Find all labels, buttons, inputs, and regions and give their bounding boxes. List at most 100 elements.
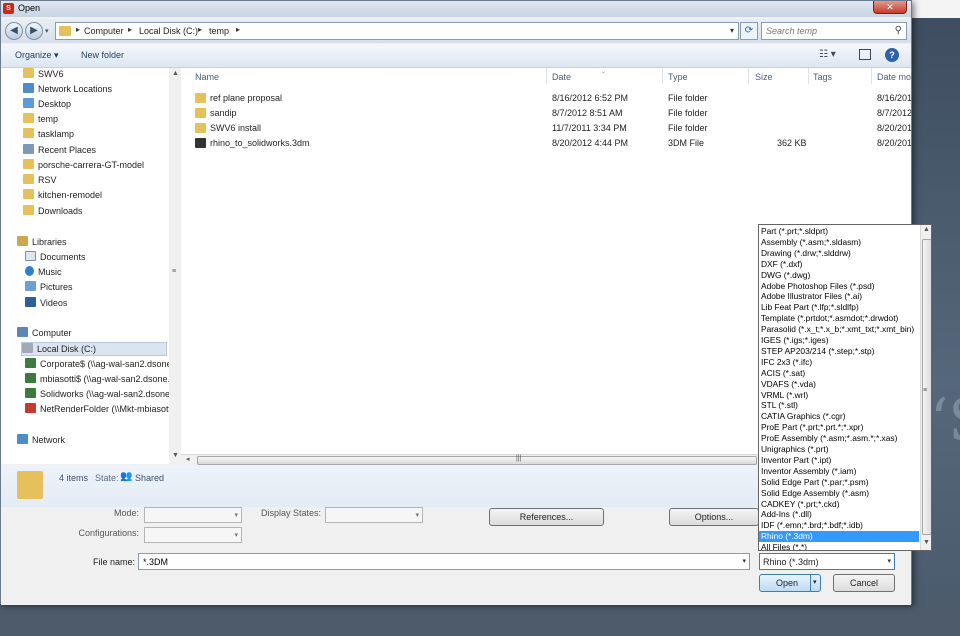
- file-type-option[interactable]: Inventor Part (*.ipt): [759, 455, 919, 466]
- column-separator[interactable]: [748, 68, 749, 84]
- file-type-option[interactable]: Part (*.prt;*.sldprt): [759, 226, 919, 237]
- file-type-option[interactable]: Rhino (*.3dm): [759, 531, 919, 543]
- nav-item-recent-places[interactable]: Recent Places: [23, 144, 169, 158]
- nav-item-netrender-drive[interactable]: NetRenderFolder (\\Mkt-mbiasott: [25, 403, 169, 417]
- column-separator[interactable]: [871, 68, 872, 84]
- nav-item-local-disk[interactable]: Local Disk (C:): [21, 342, 167, 356]
- nav-item-porsche[interactable]: porsche-carrera-GT-model: [23, 159, 169, 173]
- file-type-option[interactable]: DXF (*.dxf): [759, 259, 919, 270]
- file-type-select[interactable]: Rhino (*.3dm) ▾: [759, 553, 895, 570]
- cancel-button[interactable]: Cancel: [833, 574, 895, 592]
- file-type-option[interactable]: CADKEY (*.prt;*.ckd): [759, 499, 919, 510]
- nav-item-network-locations[interactable]: Network Locations: [23, 83, 169, 97]
- breadcrumb-arrow-icon[interactable]: ▸: [76, 25, 80, 34]
- column-separator[interactable]: [808, 68, 809, 84]
- search-input[interactable]: [762, 23, 882, 39]
- options-button[interactable]: Options...: [669, 508, 759, 526]
- mode-select[interactable]: ▾: [144, 507, 242, 523]
- view-options-icon[interactable]: ☷ ▾: [819, 49, 836, 60]
- file-type-option[interactable]: All Files (*.*): [759, 542, 919, 550]
- file-type-option[interactable]: Assembly (*.asm;*.sldasm): [759, 237, 919, 248]
- file-type-option[interactable]: Solid Edge Part (*.par;*.psm): [759, 477, 919, 488]
- back-button[interactable]: ◀: [5, 22, 23, 40]
- file-type-option[interactable]: IFC 2x3 (*.ifc): [759, 357, 919, 368]
- file-type-option[interactable]: STEP AP203/214 (*.step;*.stp): [759, 346, 919, 357]
- scroll-up-icon[interactable]: ▲: [172, 70, 179, 77]
- file-type-option[interactable]: ACIS (*.sat): [759, 368, 919, 379]
- nav-item-music[interactable]: Music: [25, 266, 169, 280]
- scroll-down-icon[interactable]: ▼: [923, 539, 930, 546]
- open-options-chevron-icon[interactable]: ▾: [813, 578, 817, 586]
- nav-item-mbiasotti-drive[interactable]: mbiasotti$ (\\ag-wal-san2.dsone.3: [25, 373, 169, 387]
- column-header-size[interactable]: Size: [755, 72, 773, 82]
- nav-item-temp[interactable]: temp: [23, 113, 169, 127]
- organize-button[interactable]: Organize ▾: [15, 50, 59, 61]
- file-type-option[interactable]: Solid Edge Assembly (*.asm): [759, 488, 919, 499]
- file-type-option[interactable]: Unigraphics (*.prt): [759, 444, 919, 455]
- nav-item-libraries[interactable]: Libraries: [17, 236, 163, 250]
- column-separator[interactable]: [546, 68, 547, 84]
- file-row[interactable]: SWV6 install 11/7/2011 3:34 PM File fold…: [195, 121, 911, 136]
- recent-locations-chevron-icon[interactable]: ▾: [45, 27, 49, 35]
- file-type-option[interactable]: Drawing (*.drw;*.slddrw): [759, 248, 919, 259]
- nav-item-downloads[interactable]: Downloads: [23, 205, 169, 219]
- address-dropdown-icon[interactable]: ▾: [730, 26, 734, 35]
- nav-item-rsv[interactable]: RSV: [23, 174, 169, 188]
- display-states-select[interactable]: ▾: [325, 507, 423, 523]
- scroll-grip-icon[interactable]: |||: [516, 455, 521, 462]
- file-type-option[interactable]: Adobe Illustrator Files (*.ai): [759, 291, 919, 302]
- file-row[interactable]: rhino_to_solidworks.3dm 8/20/2012 4:44 P…: [195, 136, 911, 151]
- configurations-select[interactable]: ▾: [144, 527, 242, 543]
- scroll-grip-icon[interactable]: ≡: [923, 387, 927, 394]
- file-type-option[interactable]: VRML (*.wrl): [759, 390, 919, 401]
- file-type-option[interactable]: STL (*.stl): [759, 400, 919, 411]
- nav-item-pictures[interactable]: Pictures: [25, 281, 169, 295]
- breadcrumb-temp[interactable]: temp: [209, 26, 229, 36]
- column-header-tags[interactable]: Tags: [813, 72, 832, 82]
- breadcrumb-arrow-icon[interactable]: ▸: [128, 25, 132, 34]
- file-name-combo[interactable]: ▾: [138, 553, 750, 570]
- file-list-horizontal-scrollbar[interactable]: ◂ |||: [181, 454, 761, 465]
- column-header-date[interactable]: Date: [552, 72, 571, 82]
- open-button[interactable]: Open ▾: [759, 574, 821, 592]
- column-separator[interactable]: [662, 68, 663, 84]
- nav-item-tasklamp[interactable]: tasklamp: [23, 128, 169, 142]
- file-type-option[interactable]: ProE Part (*.prt;*.prt.*;*.xpr): [759, 422, 919, 433]
- breadcrumb-computer[interactable]: Computer: [84, 26, 124, 36]
- file-name-input[interactable]: [139, 554, 729, 569]
- file-row[interactable]: ref plane proposal 8/16/2012 6:52 PM Fil…: [195, 91, 911, 106]
- nav-item-network[interactable]: Network: [17, 434, 163, 448]
- file-type-option[interactable]: Template (*.prtdot;*.asmdot;*.drwdot): [759, 313, 919, 324]
- nav-pane-scrollbar[interactable]: ▲ ≡ ▼: [169, 68, 181, 464]
- breadcrumb-local-disk[interactable]: Local Disk (C:): [139, 26, 198, 36]
- nav-item-corporate-drive[interactable]: Corporate$ (\\ag-wal-san2.dsone.: [25, 358, 169, 372]
- nav-item-videos[interactable]: Videos: [25, 297, 169, 311]
- scroll-down-icon[interactable]: ▼: [172, 452, 179, 459]
- search-icon[interactable]: ⚲: [895, 25, 902, 36]
- nav-item-documents[interactable]: Documents: [25, 251, 169, 265]
- preview-pane-icon[interactable]: [859, 49, 871, 60]
- chevron-down-icon[interactable]: ▾: [742, 557, 746, 565]
- file-row[interactable]: sandip 8/7/2012 8:51 AM File folder 8/7/…: [195, 106, 911, 121]
- file-type-option[interactable]: DWG (*.dwg): [759, 270, 919, 281]
- file-type-option[interactable]: Lib Feat Part (*.lfp;*.sldlfp): [759, 302, 919, 313]
- nav-item-desktop[interactable]: Desktop: [23, 98, 169, 112]
- scroll-left-icon[interactable]: ◂: [186, 455, 190, 463]
- breadcrumb-arrow-icon[interactable]: ▸: [236, 25, 240, 34]
- scroll-grip-icon[interactable]: ≡: [172, 268, 176, 275]
- file-type-option[interactable]: Inventor Assembly (*.iam): [759, 466, 919, 477]
- references-button[interactable]: References...: [489, 508, 604, 526]
- chevron-down-icon[interactable]: ▾: [887, 557, 891, 565]
- file-type-list-scrollbar[interactable]: ▲ ≡ ▼: [920, 225, 931, 550]
- column-header-name[interactable]: Name: [195, 72, 219, 82]
- nav-item-computer[interactable]: Computer: [17, 327, 163, 341]
- file-type-option[interactable]: CATIA Graphics (*.cgr): [759, 411, 919, 422]
- file-type-option[interactable]: VDAFS (*.vda): [759, 379, 919, 390]
- file-type-option[interactable]: IGES (*.igs;*.iges): [759, 335, 919, 346]
- nav-item-kitchen-remodel[interactable]: kitchen-remodel: [23, 189, 169, 203]
- file-type-option[interactable]: Adobe Photoshop Files (*.psd): [759, 281, 919, 292]
- file-type-option[interactable]: IDF (*.emn;*.brd;*.bdf;*.idb): [759, 520, 919, 531]
- column-header-type[interactable]: Type: [668, 72, 688, 82]
- nav-item-swv6[interactable]: SWV6: [23, 68, 169, 82]
- help-icon[interactable]: ?: [885, 48, 899, 62]
